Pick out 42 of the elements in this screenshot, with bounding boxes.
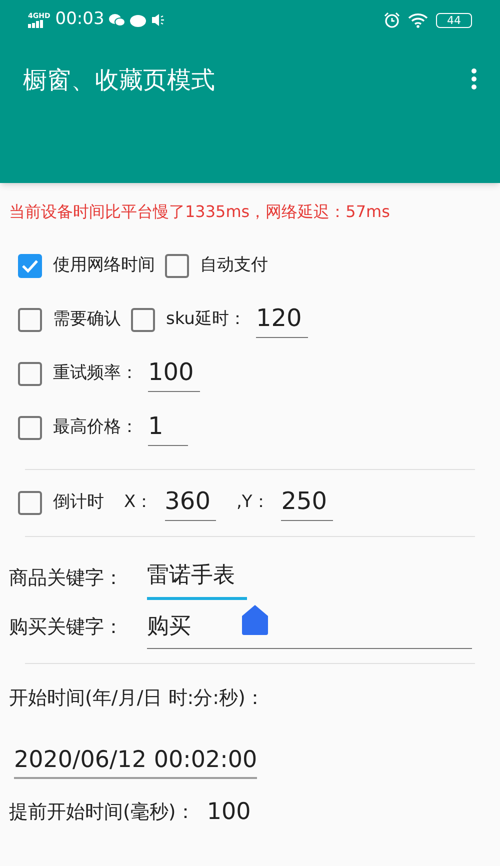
field-label: X：: [124, 491, 153, 514]
speaker-icon: [151, 13, 166, 27]
checkbox-label: 使用网络时间: [53, 254, 155, 278]
start-time-field[interactable]: 2020/06/12 00:02:00: [14, 744, 258, 778]
checkbox[interactable]: [165, 254, 189, 278]
checkbox[interactable]: [18, 254, 42, 278]
field-label: 提前开始时间(毫秒)：: [9, 800, 195, 824]
field-label: 购买关键字：: [9, 614, 124, 640]
checkbox[interactable]: [18, 416, 42, 440]
field-label: ,Y：: [236, 491, 270, 514]
text-field[interactable]: 雷诺手表: [147, 561, 247, 600]
input-field[interactable]: 1: [148, 410, 188, 446]
more-menu-button[interactable]: [470, 68, 478, 92]
cursor-handle-icon: [242, 605, 268, 635]
more-vertical-icon: [471, 68, 477, 90]
advance-time-field[interactable]: 100: [206, 794, 251, 829]
checkmark-icon: [21, 259, 39, 273]
input-field[interactable]: 100: [148, 356, 200, 392]
checkbox-label: 最高价格：: [53, 416, 138, 440]
checkbox-label: 倒计时: [53, 491, 104, 514]
checkbox[interactable]: [18, 362, 42, 386]
alarm-clock-icon: [384, 12, 400, 28]
status-time: 00:03: [55, 8, 104, 32]
checkbox[interactable]: [131, 308, 155, 332]
checkbox-label: 需要确认: [53, 308, 121, 332]
input-field[interactable]: 120: [256, 302, 308, 338]
checkbox-label: sku延时：: [166, 308, 246, 332]
wifi-icon: [408, 12, 428, 28]
app-bar-title: 橱窗、收藏页模式: [23, 65, 215, 96]
checkbox[interactable]: [18, 491, 42, 515]
chat-bubbles-icon: [109, 13, 126, 27]
checkbox-label: 重试频率：: [53, 362, 138, 386]
field-label: 开始时间(年/月/日 时:分:秒)：: [9, 686, 266, 711]
checkbox[interactable]: [18, 308, 42, 332]
checkbox-label: 自动支付: [200, 254, 268, 278]
input-field[interactable]: 250: [281, 486, 334, 520]
time-offset-notice: 当前设备时间比平台慢了1335ms，网络延迟：57ms: [8, 201, 391, 223]
field-label: 商品关键字：: [9, 566, 124, 590]
signal-bars-icon: [28, 20, 44, 28]
text-field[interactable]: 购买: [147, 612, 472, 649]
input-field[interactable]: 360: [164, 486, 216, 520]
battery-indicator: 44: [436, 12, 472, 28]
